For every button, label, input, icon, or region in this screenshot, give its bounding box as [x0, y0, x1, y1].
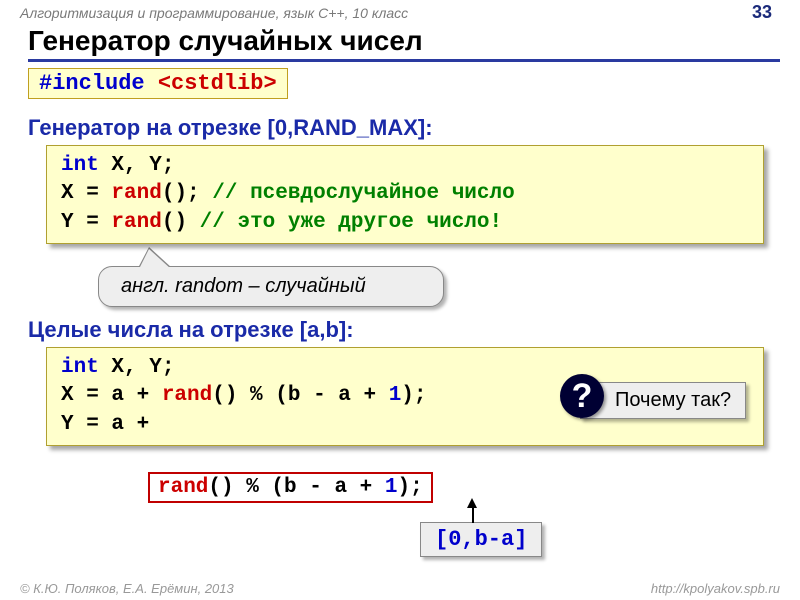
slide: Алгоритмизация и программирование, язык …: [0, 0, 800, 600]
callout-tail-icon: [139, 249, 171, 269]
include-directive: #include <cstdlib>: [28, 68, 288, 99]
question-mark-icon: ?: [560, 374, 604, 418]
include-keyword: #include: [39, 71, 158, 96]
highlight-box: rand() % (b - a + 1);: [148, 472, 433, 503]
why-text: Почему так?: [615, 389, 731, 411]
arrow-head-icon: [467, 498, 477, 508]
random-callout: англ. random – случайный: [98, 266, 444, 307]
slide-title: Генератор случайных чисел: [28, 25, 780, 62]
block1-heading: Генератор на отрезке [0,RAND_MAX]:: [28, 115, 772, 141]
footer: © К.Ю. Поляков, Е.А. Ерёмин, 2013 http:/…: [20, 581, 780, 596]
code-line: int X, Y;: [61, 354, 749, 382]
code-line: Y = rand() // это уже другое число!: [61, 209, 749, 237]
code-line: X = rand(); // псевдослучайное число: [61, 180, 749, 208]
page-number: 33: [752, 2, 772, 23]
course-label: Алгоритмизация и программирование, язык …: [20, 5, 408, 21]
block2-heading: Целые числа на отрезке [a,b]:: [28, 317, 772, 343]
code-block-1: int X, Y; X = rand(); // псевдослучайное…: [46, 145, 764, 244]
top-bar: Алгоритмизация и программирование, язык …: [0, 0, 800, 23]
copyright: © К.Ю. Поляков, Е.А. Ерёмин, 2013: [20, 581, 234, 596]
footer-url: http://kpolyakov.spb.ru: [651, 581, 780, 596]
code-line: int X, Y;: [61, 152, 749, 180]
why-callout: Почему так?: [580, 382, 746, 419]
include-header: <cstdlib>: [158, 71, 277, 96]
range-label: [0,b-a]: [420, 522, 542, 557]
